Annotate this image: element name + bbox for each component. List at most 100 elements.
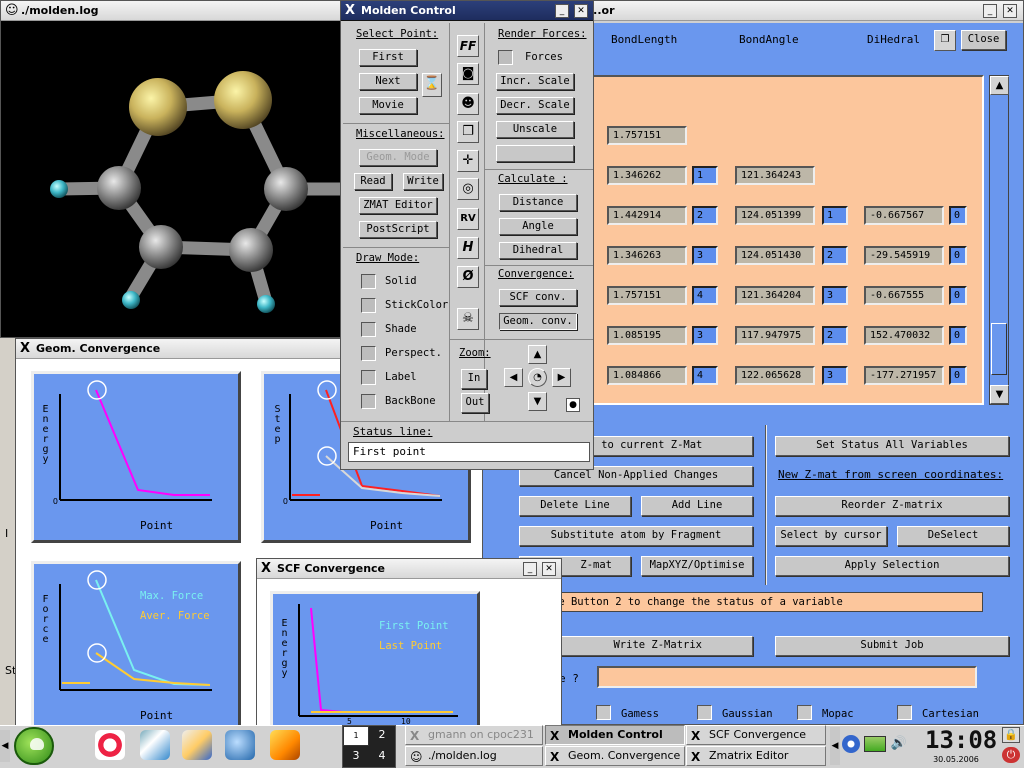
lock-screen-icon[interactable]: 🔒	[1002, 727, 1020, 743]
bond-angle-value[interactable]: 124.051430	[735, 246, 815, 265]
unscale-button[interactable]: Unscale	[496, 121, 574, 138]
taskbar-item-geom-convergence[interactable]: X Geom. Convergence	[545, 746, 685, 766]
file-manager-icon[interactable]	[182, 730, 212, 760]
logout-icon[interactable]: ⏻	[1002, 747, 1020, 763]
lifebuoy-icon[interactable]	[95, 730, 125, 760]
gaussian-checkbox[interactable]	[697, 705, 712, 720]
bond-length-value[interactable]: 1.757151	[607, 286, 687, 305]
set-status-all-button[interactable]: Set Status All Variables	[775, 436, 1009, 456]
blob-icon[interactable]: ☻	[457, 93, 479, 115]
rotate-center-icon[interactable]: ◔	[528, 368, 547, 387]
first-button[interactable]: First	[359, 49, 417, 66]
bond-length-value[interactable]: 1.442914	[607, 206, 687, 225]
close-window-button[interactable]: ✕	[574, 4, 588, 18]
scf-conv-button[interactable]: SCF conv.	[499, 289, 577, 306]
scroll-down-icon[interactable]: ▼	[990, 385, 1009, 404]
molden-log-title-bar[interactable]: ☺ ./molden.log	[1, 1, 344, 21]
close-window-button[interactable]: ✕	[542, 562, 556, 576]
close-button[interactable]: Close	[961, 30, 1006, 50]
substitute-fragment-button[interactable]: Substitute atom by Fragment	[519, 526, 753, 546]
add-line-button[interactable]: Add Line	[641, 496, 753, 516]
cartesian-checkbox[interactable]	[897, 705, 912, 720]
geom-conv-button[interactable]: Geom. conv.	[499, 313, 577, 330]
clock[interactable]: 13:08	[925, 726, 997, 756]
minimize-button[interactable]: _	[983, 4, 997, 18]
stickcolor-checkbox[interactable]	[361, 298, 376, 313]
h-icon[interactable]: H	[457, 237, 479, 259]
atom-index[interactable]: 4	[692, 286, 718, 305]
hourglass-icon[interactable]: ⌛	[422, 73, 442, 97]
distance-button[interactable]: Distance	[499, 194, 577, 211]
taskbar-item-molden-control[interactable]: X Molden Control	[545, 725, 685, 745]
select-by-cursor-button[interactable]: Select by cursor	[775, 526, 887, 546]
submit-job-button[interactable]: Submit Job	[775, 636, 1009, 656]
atom-index[interactable]: 2	[692, 206, 718, 225]
zoom-in-button[interactable]: In	[461, 369, 487, 389]
dihedral-value[interactable]: -0.667555	[864, 286, 944, 305]
rotate-right-icon[interactable]: ▶	[552, 368, 571, 387]
web-browser-icon[interactable]	[225, 730, 255, 760]
desktop-1[interactable]: 1	[343, 726, 369, 746]
dihedral-value[interactable]: -29.545919	[864, 246, 944, 265]
bond-length-value[interactable]: 1.346262	[607, 166, 687, 185]
camera-icon[interactable]: ◙	[457, 63, 479, 85]
minimize-button[interactable]: _	[523, 562, 537, 576]
bond-length-value[interactable]: 1.757151	[607, 126, 687, 145]
incr-scale-button[interactable]: Incr. Scale	[496, 73, 574, 90]
symmetry-icon[interactable]: Ø	[457, 266, 479, 288]
edit-document-icon[interactable]	[140, 730, 170, 760]
shade-checkbox[interactable]	[361, 322, 376, 337]
atom-index[interactable]: 0	[949, 206, 967, 225]
atom-index[interactable]: 3	[822, 286, 848, 305]
forces-checkbox[interactable]	[498, 50, 513, 65]
ff-icon[interactable]: FF	[457, 35, 479, 57]
atom-index[interactable]: 1	[822, 206, 848, 225]
bond-angle-value[interactable]: 122.065628	[735, 366, 815, 385]
atom-index[interactable]: 3	[822, 366, 848, 385]
gamess-checkbox[interactable]	[596, 705, 611, 720]
scf-conv-title-bar[interactable]: X SCF Convergence	[257, 559, 561, 579]
taskbar-item-zmatrix-editor[interactable]: X Zmatrix Editor	[686, 746, 826, 766]
zoom-out-button[interactable]: Out	[461, 393, 489, 413]
dihedral-value[interactable]: 152.470032	[864, 326, 944, 345]
reorder-zmatrix-button[interactable]: Reorder Z-matrix	[775, 496, 1009, 516]
close-window-button[interactable]: ✕	[1003, 4, 1017, 18]
dihedral-value[interactable]: -177.271957	[864, 366, 944, 385]
mapxyz-optimise-button[interactable]: MapXYZ/Optimise	[641, 556, 753, 576]
bond-length-value[interactable]: 1.084866	[607, 366, 687, 385]
write-button[interactable]: Write	[403, 173, 443, 190]
copy-icon[interactable]: ❐	[934, 30, 956, 51]
mopac-checkbox[interactable]	[797, 705, 812, 720]
atom-index[interactable]: 0	[949, 286, 967, 305]
rotate-up-icon[interactable]: ▲	[528, 345, 547, 364]
perspective-checkbox[interactable]	[361, 346, 376, 361]
atom-index[interactable]: 2	[822, 326, 848, 345]
taskbar-item-scf-convergence[interactable]: X SCF Convergence	[686, 725, 826, 745]
bond-angle-value[interactable]: 117.947975	[735, 326, 815, 345]
speaker-tray-icon[interactable]: 🔊	[889, 736, 909, 752]
blank-button[interactable]	[496, 145, 574, 162]
next-button[interactable]: Next	[359, 73, 417, 90]
bond-angle-value[interactable]: 124.051399	[735, 206, 815, 225]
desktop-4[interactable]: 4	[369, 746, 395, 767]
bond-angle-value[interactable]: 121.364204	[735, 286, 815, 305]
name-input[interactable]	[597, 666, 977, 688]
panel-left-arrow-icon[interactable]: ◀	[0, 730, 10, 762]
desktop-3[interactable]: 3	[343, 746, 369, 767]
scroll-up-icon[interactable]: ▲	[990, 76, 1009, 95]
apply-selection-button[interactable]: Apply Selection	[775, 556, 1009, 576]
bond-length-value[interactable]: 1.085195	[607, 326, 687, 345]
taskbar-item-molden-log[interactable]: ☺ ./molden.log	[405, 746, 543, 766]
geom-mode-button[interactable]: Geom. Mode	[359, 149, 437, 166]
delete-line-button[interactable]: Delete Line	[519, 496, 631, 516]
label-checkbox[interactable]	[361, 370, 376, 385]
rotate-left-icon[interactable]: ◀	[504, 368, 523, 387]
axes-icon[interactable]: ✛	[457, 150, 479, 172]
atom-index[interactable]: 4	[692, 366, 718, 385]
info-tray-icon[interactable]	[842, 735, 860, 753]
skull-icon[interactable]: ☠	[457, 308, 479, 330]
network-tray-icon[interactable]	[864, 736, 886, 752]
atom-index[interactable]: 0	[949, 366, 967, 385]
scrollbar-thumb[interactable]	[991, 323, 1007, 375]
movie-button[interactable]: Movie	[359, 97, 417, 114]
